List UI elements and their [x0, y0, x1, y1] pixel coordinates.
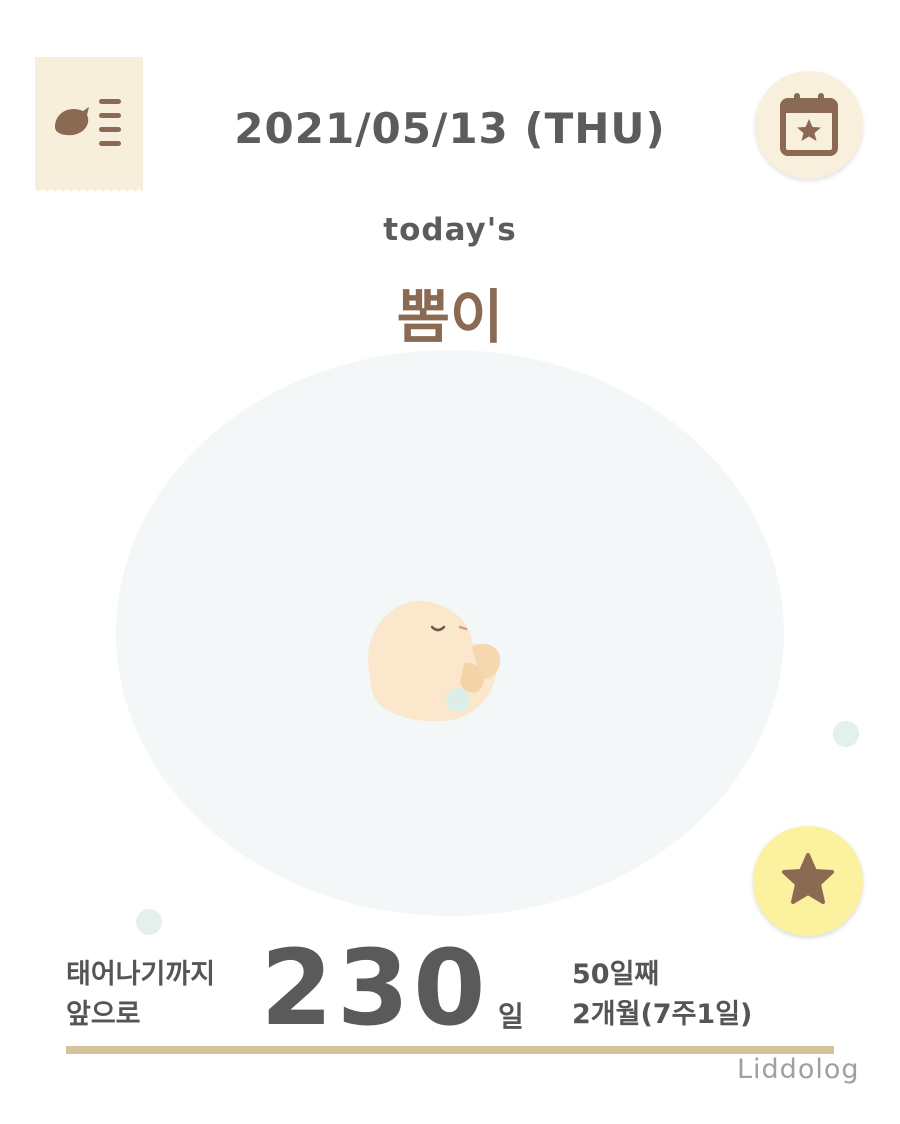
baby-name: 뽐이 [396, 283, 504, 351]
pregnancy-progress-bar [66, 1046, 834, 1054]
fetus-icon [368, 600, 501, 722]
star-icon [782, 853, 834, 904]
decorative-bubble [136, 909, 162, 935]
watermark: Liddolog [737, 1054, 860, 1085]
age-info: 50일째 2개월(7주1일) [572, 955, 752, 1035]
age-weeks: 2개월(7주1일) [572, 999, 753, 1030]
calendar-button[interactable] [755, 71, 863, 179]
day-count: 50일째 [572, 959, 660, 990]
progress-fill [66, 1046, 834, 1054]
days-remaining: 230 [260, 927, 490, 1049]
decorative-bubble [833, 721, 859, 747]
favorite-button[interactable] [753, 826, 863, 936]
until-birth-line1: 태어나기까지 [66, 959, 216, 990]
todays-label: today's [383, 212, 517, 248]
days-unit: 일 [498, 1000, 524, 1033]
calendar-star-icon [780, 93, 838, 156]
until-birth-line2: 앞으로 [66, 999, 141, 1030]
until-birth-label: 태어나기까지 앞으로 [66, 955, 215, 1035]
